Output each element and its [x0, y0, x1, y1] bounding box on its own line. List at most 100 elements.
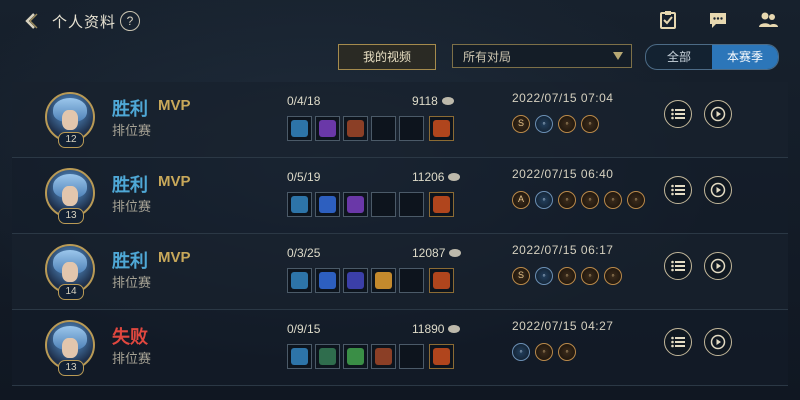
- match-date: 2022/07/15 07:04: [512, 91, 614, 105]
- details-button[interactable]: [664, 252, 692, 280]
- trinket-slot[interactable]: [429, 268, 454, 293]
- replay-button[interactable]: [704, 100, 732, 128]
- friends-button[interactable]: [756, 8, 780, 32]
- achievement-badges: A ◦ ◦ ◦ ◦ ◦: [512, 191, 645, 209]
- item-slot: [371, 116, 396, 141]
- badge: ◦: [604, 267, 622, 285]
- item-slot[interactable]: [371, 344, 396, 369]
- badge: ◦: [581, 267, 599, 285]
- kda: 0/4/18: [287, 94, 321, 108]
- item-slot[interactable]: [287, 192, 312, 217]
- match-history-list: 12 胜利 MVP 排位赛 0/4/18 9118 2022/07/15 07:…: [12, 82, 788, 386]
- task-button[interactable]: [656, 8, 680, 32]
- match-row[interactable]: 13 失败 排位赛 0/9/15 11890 2022/07/15 04:27 …: [12, 310, 788, 386]
- item-slots: [287, 268, 454, 293]
- details-button[interactable]: [664, 328, 692, 356]
- badge: A: [512, 191, 530, 209]
- badge: S: [512, 267, 530, 285]
- game-mode: 排位赛: [112, 199, 152, 214]
- match-result: 胜利: [112, 99, 148, 119]
- game-mode: 排位赛: [112, 123, 152, 138]
- friends-icon: [759, 12, 778, 27]
- badge: ◦: [604, 191, 622, 209]
- badge: ◦: [558, 267, 576, 285]
- page-title: 个人资料: [52, 14, 117, 31]
- chat-icon: [710, 13, 726, 28]
- play-icon: [710, 106, 726, 122]
- list-icon: [671, 108, 685, 120]
- trinket-slot[interactable]: [429, 116, 454, 141]
- top-bar: 个人资料 ?: [0, 0, 800, 42]
- help-button[interactable]: ?: [120, 11, 140, 31]
- season-all-tab[interactable]: 全部: [646, 45, 712, 69]
- back-button[interactable]: [18, 8, 44, 34]
- gold-amount: 12087: [412, 246, 462, 260]
- match-date: 2022/07/15 04:27: [512, 319, 614, 333]
- item-slots: [287, 192, 454, 217]
- match-row[interactable]: 12 胜利 MVP 排位赛 0/4/18 9118 2022/07/15 07:…: [12, 82, 788, 158]
- replay-button[interactable]: [704, 328, 732, 356]
- gold-value: 9118: [412, 94, 438, 108]
- item-slot[interactable]: [287, 116, 312, 141]
- item-slot[interactable]: [315, 116, 340, 141]
- item-slot[interactable]: [343, 344, 368, 369]
- item-slot[interactable]: [287, 268, 312, 293]
- achievement-badges: S ◦ ◦ ◦ ◦: [512, 267, 622, 285]
- badge: ◦: [581, 115, 599, 133]
- hero-level: 12: [58, 132, 84, 148]
- badge: ◦: [558, 191, 576, 209]
- top-right-actions: [656, 8, 780, 32]
- coin-icon: [448, 173, 461, 181]
- item-slot[interactable]: [343, 116, 368, 141]
- item-slot: [399, 268, 424, 293]
- match-row[interactable]: 13 胜利 MVP 排位赛 0/5/19 11206 2022/07/15 06…: [12, 158, 788, 234]
- item-slot[interactable]: [315, 344, 340, 369]
- details-button[interactable]: [664, 176, 692, 204]
- item-slot: [399, 192, 424, 217]
- item-slot[interactable]: [315, 268, 340, 293]
- replay-button[interactable]: [704, 176, 732, 204]
- chat-button[interactable]: [706, 8, 730, 32]
- details-button[interactable]: [664, 100, 692, 128]
- badge: S: [512, 115, 530, 133]
- season-current-tab[interactable]: 本赛季: [712, 45, 778, 69]
- item-slot[interactable]: [343, 192, 368, 217]
- achievement-badges: S ◦ ◦ ◦: [512, 115, 599, 133]
- badge: ◦: [512, 343, 530, 361]
- badge: ◦: [581, 191, 599, 209]
- list-icon: [671, 260, 685, 272]
- coin-icon: [448, 325, 461, 333]
- filter-bar: 我的视频 所有对局 全部 本赛季: [0, 44, 800, 70]
- match-result: 胜利: [112, 251, 148, 271]
- item-slot[interactable]: [343, 268, 368, 293]
- play-icon: [710, 182, 726, 198]
- gold-amount: 11206: [412, 170, 461, 184]
- item-slots: [287, 344, 454, 369]
- achievement-badges: ◦ ◦ ◦: [512, 343, 576, 361]
- hero-level: 14: [58, 284, 84, 300]
- hero-avatar: 12: [45, 92, 95, 148]
- game-mode: 排位赛: [112, 275, 152, 290]
- item-slot[interactable]: [287, 344, 312, 369]
- item-slot[interactable]: [315, 192, 340, 217]
- coin-icon: [449, 249, 462, 257]
- game-type-select[interactable]: 所有对局: [452, 44, 632, 68]
- game-mode: 排位赛: [112, 351, 152, 366]
- hero-level: 13: [58, 360, 84, 376]
- item-slot[interactable]: [371, 268, 396, 293]
- my-videos-button[interactable]: 我的视频: [338, 44, 436, 70]
- hero-level: 13: [58, 208, 84, 224]
- trinket-slot[interactable]: [429, 192, 454, 217]
- game-type-select-value: 所有对局: [463, 50, 512, 64]
- replay-button[interactable]: [704, 252, 732, 280]
- item-slots: [287, 116, 454, 141]
- match-date: 2022/07/15 06:17: [512, 243, 614, 257]
- trinket-slot[interactable]: [429, 344, 454, 369]
- match-row[interactable]: 14 胜利 MVP 排位赛 0/3/25 12087 2022/07/15 06…: [12, 234, 788, 310]
- chevron-down-icon: [613, 52, 623, 60]
- task-icon: [660, 11, 676, 29]
- kda: 0/9/15: [287, 322, 321, 336]
- match-date: 2022/07/15 06:40: [512, 167, 614, 181]
- hero-avatar: 13: [45, 168, 95, 224]
- play-icon: [710, 258, 726, 274]
